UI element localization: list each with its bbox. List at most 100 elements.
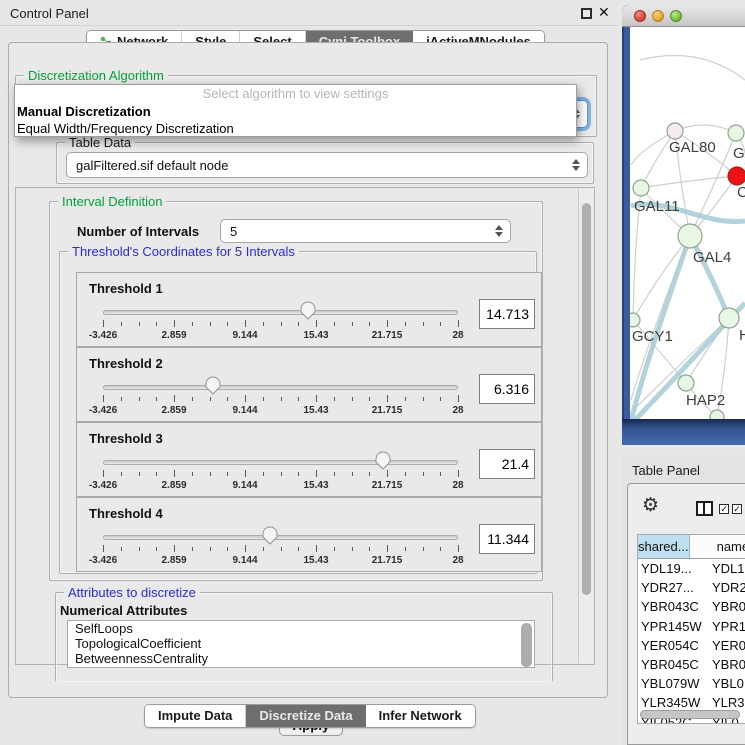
attribute-list-item[interactable]: SelfLoops <box>68 621 534 636</box>
attribute-list-item[interactable]: BetweennessCentrality <box>68 651 534 666</box>
slider-thumb[interactable] <box>374 451 392 470</box>
network-canvas[interactable]: GAL80GACGAL11GAL4GCY1HHAP2 <box>630 27 745 419</box>
tab-impute-data[interactable]: Impute Data <box>145 705 246 727</box>
network-node[interactable] <box>630 313 640 327</box>
column-header-shared-name[interactable]: shared... <box>638 535 690 558</box>
checkbox-icon[interactable]: ✓ <box>732 504 742 514</box>
network-node[interactable] <box>719 308 739 328</box>
cell-shared-name: YBR043C <box>638 597 708 616</box>
table-row[interactable]: YBR043CYBR0 <box>638 597 745 616</box>
table-row[interactable]: YBR045CYBR0 <box>638 655 745 674</box>
node-label: GAL4 <box>693 249 731 266</box>
checkbox-icon[interactable]: ✓ <box>719 504 729 514</box>
network-edge[interactable] <box>641 176 737 188</box>
network-window-titlebar <box>622 5 745 27</box>
cell-shared-name: YDL19... <box>638 559 708 578</box>
cyni-toolbox-panel: Discretization Algorithm Table Data galF… <box>8 42 608 698</box>
network-node[interactable] <box>678 375 694 391</box>
threshold-box: Threshold 4 -3.4262.8599.14415.4321.71528… <box>76 497 542 572</box>
network-node[interactable] <box>667 123 683 139</box>
network-edge[interactable] <box>640 56 745 81</box>
network-edge[interactable] <box>633 236 690 320</box>
network-node[interactable] <box>678 224 702 248</box>
slider-track[interactable] <box>103 385 458 390</box>
threshold-slider[interactable]: -3.4262.8599.14415.4321.71528 <box>103 457 458 491</box>
algorithm-dropdown-popup: Select algorithm to view settings Manual… <box>14 84 577 137</box>
interval-definition-group: Interval Definition Number of Intervals … <box>49 201 543 581</box>
threshold-value-field[interactable]: 6.316 <box>479 374 535 404</box>
slider-track[interactable] <box>103 310 458 315</box>
node-label: C <box>737 184 745 201</box>
threshold-label: Threshold 2 <box>89 356 163 371</box>
gear-icon[interactable]: ⚙ <box>642 496 659 515</box>
settings-scrollbar-thumb[interactable] <box>582 203 591 595</box>
network-window-bottom-frame <box>622 419 745 445</box>
mac-close-icon[interactable] <box>634 10 646 22</box>
thresholds-group-title: Threshold's Coordinates for 5 Intervals <box>68 244 299 259</box>
node-table: shared... name YDL19...YDL1YDR27...YDR2Y… <box>637 534 745 724</box>
threshold-label: Threshold 4 <box>89 506 163 521</box>
table-rows: YDL19...YDL1YDR27...YDR2YBR043CYBR0YPR14… <box>638 559 745 724</box>
cell-name: YPR1 <box>708 617 745 636</box>
tab-infer-network[interactable]: Infer Network <box>366 705 475 727</box>
network-node[interactable] <box>710 410 724 419</box>
node-label: HAP2 <box>686 392 725 409</box>
tick-label: 21.715 <box>372 555 403 566</box>
numerical-attributes-label: Numerical Attributes <box>60 603 187 618</box>
popup-option[interactable]: Manual Discretization <box>15 103 576 120</box>
slider-thumb[interactable] <box>299 301 317 320</box>
tab-label: Discretize Data <box>259 705 352 727</box>
number-of-intervals-value: 5 <box>230 224 237 239</box>
table-row[interactable]: YBL079WYBL0 <box>638 674 745 693</box>
slider-thumb[interactable] <box>261 526 279 545</box>
mac-minimize-icon[interactable] <box>652 10 664 22</box>
network-edge[interactable] <box>675 125 736 133</box>
attributes-scrollbar[interactable] <box>521 623 532 667</box>
threshold-slider[interactable]: -3.4262.8599.14415.4321.71528 <box>103 532 458 566</box>
network-node[interactable] <box>633 180 649 196</box>
tab-discretize-data[interactable]: Discretize Data <box>246 705 365 727</box>
slider-thumb[interactable] <box>204 376 222 395</box>
threshold-value-field[interactable]: 11.344 <box>479 524 535 554</box>
tick-label: 9.144 <box>232 555 257 566</box>
tick-label: 28 <box>452 480 463 491</box>
popup-option[interactable]: Equal Width/Frequency Discretization <box>15 120 576 137</box>
table-horizontal-scrollbar[interactable] <box>640 710 740 719</box>
table-row[interactable]: YDR27...YDR2 <box>638 578 745 597</box>
column-header-name[interactable]: name <box>690 535 745 558</box>
slider-ticks <box>103 395 458 403</box>
float-window-icon[interactable] <box>581 8 592 19</box>
tick-label: -3.426 <box>89 555 117 566</box>
control-panel-title: Control Panel <box>10 6 89 21</box>
attribute-list-item[interactable]: TopologicalCoefficient <box>68 636 534 651</box>
table-data-combobox[interactable]: galFiltered.sif default node <box>66 152 588 178</box>
threshold-value-field[interactable]: 14.713 <box>479 299 535 329</box>
numerical-attributes-list[interactable]: SelfLoopsTopologicalCoefficientBetweenne… <box>67 620 535 668</box>
control-panel-titlebar: Control Panel ✕ <box>0 0 618 26</box>
table-row[interactable]: YER054CYER0 <box>638 636 745 655</box>
slider-ticks <box>103 470 458 478</box>
column-selector-icon[interactable] <box>696 501 713 516</box>
settings-scrollbar[interactable] <box>578 189 593 663</box>
number-of-intervals-combobox[interactable]: 5 <box>220 219 511 243</box>
threshold-slider[interactable]: -3.4262.8599.14415.4321.71528 <box>103 307 458 341</box>
popup-placeholder-item[interactable]: Select algorithm to view settings <box>15 85 576 103</box>
cell-name: YER0 <box>708 636 745 655</box>
tick-label: 9.144 <box>232 330 257 341</box>
interval-definition-title: Interval Definition <box>58 194 166 209</box>
tick-label: 2.859 <box>161 480 186 491</box>
table-row[interactable]: YPR145WYPR1 <box>638 617 745 636</box>
slider-track[interactable] <box>103 460 458 465</box>
table-data-title: Table Data <box>65 135 135 150</box>
threshold-label: Threshold 1 <box>89 281 163 296</box>
network-node[interactable] <box>728 125 744 141</box>
tick-label: 28 <box>452 330 463 341</box>
threshold-slider[interactable]: -3.4262.8599.14415.4321.71528 <box>103 382 458 416</box>
mac-zoom-icon[interactable] <box>670 10 682 22</box>
algorithm-group-title: Discretization Algorithm <box>24 68 168 83</box>
table-row[interactable]: YDL19...YDL1 <box>638 559 745 578</box>
slider-track[interactable] <box>103 535 458 540</box>
network-node[interactable] <box>728 167 745 185</box>
close-icon[interactable]: ✕ <box>598 4 610 21</box>
threshold-value-field[interactable]: 21.4 <box>479 449 535 479</box>
